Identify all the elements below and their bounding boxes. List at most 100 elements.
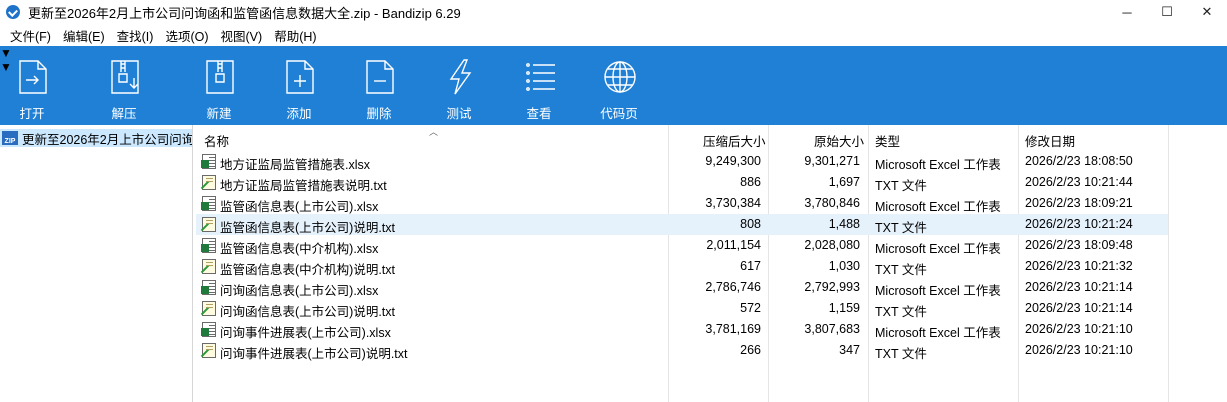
file-original-size: 9,301,271 — [804, 154, 860, 168]
file-compressed-size: 572 — [740, 301, 761, 315]
file-list-header: 名称 ︿ 压缩后大小 原始大小 类型 修改日期 — [196, 125, 1227, 151]
file-original-size: 1,159 — [828, 301, 860, 315]
window-controls: ─ ☐ ✕ — [1107, 0, 1227, 24]
file-name: 问询函信息表(上市公司)说明.txt — [220, 305, 395, 319]
new-archive-icon — [206, 60, 234, 94]
file-row[interactable]: 地方证监局监管措施表.xlsx 9,249,300 9,301,271 Microso… — [196, 151, 1168, 172]
extract-button[interactable]: 解压 — [92, 46, 156, 125]
new-archive-button[interactable]: 新建 — [187, 46, 251, 125]
test-button[interactable]: 测试 — [427, 46, 491, 125]
view-button[interactable]: 查看 — [507, 46, 571, 125]
file-row[interactable]: 问询函信息表(上市公司).xlsx 2,786,746 2,792,993 Micro… — [196, 277, 1168, 298]
file-row[interactable]: 监管函信息表(中介机构).xlsx 2,011,154 2,028,080 Micro… — [196, 235, 1168, 256]
file-name: 地方证监局监管措施表.xlsx — [220, 158, 371, 172]
file-modified-date: 2026/2/23 10:21:14 — [1025, 280, 1133, 294]
file-row[interactable]: 地方证监局监管措施表说明.txt 886 1,697 TXT 文件 2026/2/23 … — [196, 172, 1168, 193]
file-name: 监管函信息表(上市公司)说明.txt — [220, 221, 395, 235]
open-label: 打开 — [19, 107, 45, 121]
delete-button[interactable]: 删除 — [347, 46, 411, 125]
file-type: TXT 文件 — [875, 221, 927, 235]
file-row[interactable]: 问询函信息表(上市公司)说明.txt 572 1,159 TXT 文件 2026/2/2… — [196, 298, 1168, 319]
file-original-size: 2,792,993 — [804, 280, 860, 294]
file-type: TXT 文件 — [875, 263, 927, 277]
text-file-icon — [202, 301, 216, 316]
close-button[interactable]: ✕ — [1187, 0, 1227, 24]
menu-find[interactable]: 查找(I) — [111, 26, 160, 45]
excel-file-icon — [201, 238, 216, 253]
view-label: 查看 — [526, 107, 552, 121]
file-name: 地方证监局监管措施表说明.txt — [220, 179, 387, 193]
delete-file-icon — [366, 60, 394, 94]
open-button[interactable]: 打开 — [0, 46, 64, 125]
add-file-icon — [286, 60, 314, 94]
text-file-icon — [202, 259, 216, 274]
file-row[interactable]: 监管函信息表(上市公司)说明.txt 808 1,488 TXT 文件 2026/2/2… — [196, 214, 1168, 235]
file-modified-date: 2026/2/23 10:21:10 — [1025, 343, 1133, 357]
file-compressed-size: 2,786,746 — [705, 280, 761, 294]
tree-item-label: 更新至2026年2月上市公司问询函和监管函信息数据大全.zip — [22, 132, 192, 147]
archive-tree-panel: ZIP 更新至2026年2月上市公司问询函和监管函信息数据大全.zip — [0, 125, 193, 402]
column-header-name[interactable]: 名称 — [204, 131, 229, 150]
column-header-type[interactable]: 类型 — [875, 131, 900, 150]
sort-ascending-icon: ︿ — [429, 127, 439, 137]
window-title: 更新至2026年2月上市公司问询函和监管函信息数据大全.zip - Bandiz… — [28, 5, 461, 21]
menu-edit[interactable]: 编辑(E) — [57, 26, 111, 45]
file-type: TXT 文件 — [875, 305, 927, 319]
menu-bar: 文件(F) 编辑(E) 查找(I) 选项(O) 视图(V) 帮助(H) — [0, 24, 1227, 46]
file-name: 问询事件进展表(上市公司).xlsx — [220, 326, 391, 340]
maximize-button[interactable]: ☐ — [1147, 0, 1187, 24]
menu-options[interactable]: 选项(O) — [159, 26, 214, 45]
file-name: 监管函信息表(中介机构)说明.txt — [220, 263, 395, 277]
file-type: Microsoft Excel 工作表 — [875, 200, 1001, 214]
file-type: TXT 文件 — [875, 179, 927, 193]
file-original-size: 2,028,080 — [804, 238, 860, 252]
file-compressed-size: 3,730,384 — [705, 196, 761, 210]
file-name: 问询事件进展表(上市公司)说明.txt — [220, 347, 408, 361]
toolbar: 打开 ▼ 解压 ▼ 新建 添加 删除 测试 查看 代码页 — [0, 46, 1227, 125]
file-name: 问询函信息表(上市公司).xlsx — [220, 284, 379, 298]
menu-file[interactable]: 文件(F) — [4, 26, 57, 45]
file-modified-date: 2026/2/23 10:21:32 — [1025, 259, 1133, 273]
add-label: 添加 — [286, 107, 312, 121]
file-original-size: 1,697 — [828, 175, 860, 189]
file-modified-date: 2026/2/23 10:21:10 — [1025, 322, 1133, 336]
zip-archive-icon: ZIP — [2, 131, 18, 145]
test-label: 测试 — [446, 107, 472, 121]
file-modified-date: 2026/2/23 10:21:14 — [1025, 301, 1133, 315]
title-bar: 更新至2026年2月上市公司问询函和监管函信息数据大全.zip - Bandiz… — [0, 0, 1227, 24]
menu-help[interactable]: 帮助(H) — [268, 26, 322, 45]
codepage-button[interactable]: 代码页 — [587, 46, 651, 125]
open-icon — [19, 60, 47, 94]
file-modified-date: 2026/2/23 18:08:50 — [1025, 154, 1133, 168]
column-header-modified-date[interactable]: 修改日期 — [1025, 131, 1075, 150]
column-header-compressed-size[interactable]: 压缩后大小 — [703, 131, 766, 150]
file-compressed-size: 266 — [740, 343, 761, 357]
file-row[interactable]: 监管函信息表(中介机构)说明.txt 617 1,030 TXT 文件 2026/2/2… — [196, 256, 1168, 277]
extract-label: 解压 — [111, 107, 137, 121]
file-original-size: 3,780,846 — [804, 196, 860, 210]
tree-item-archive-root[interactable]: ZIP 更新至2026年2月上市公司问询函和监管函信息数据大全.zip — [0, 129, 192, 147]
file-original-size: 3,807,683 — [804, 322, 860, 336]
file-row[interactable]: 监管函信息表(上市公司).xlsx 3,730,384 3,780,846 Micro… — [196, 193, 1168, 214]
menu-view[interactable]: 视图(V) — [215, 26, 269, 45]
file-row[interactable]: 问询事件进展表(上市公司)说明.txt 266 347 TXT 文件 2026/2/23… — [196, 340, 1168, 361]
file-row[interactable]: 问询事件进展表(上市公司).xlsx 3,781,169 3,807,683 Micr… — [196, 319, 1168, 340]
file-modified-date: 2026/2/23 10:21:24 — [1025, 217, 1133, 231]
file-modified-date: 2026/2/23 18:09:48 — [1025, 238, 1133, 252]
file-type: Microsoft Excel 工作表 — [875, 158, 1001, 172]
file-compressed-size: 808 — [740, 217, 761, 231]
file-original-size: 1,030 — [828, 259, 860, 273]
file-type: Microsoft Excel 工作表 — [875, 242, 1001, 256]
add-button[interactable]: 添加 — [267, 46, 331, 125]
file-original-size: 1,488 — [828, 217, 860, 231]
file-original-size: 347 — [839, 343, 860, 357]
text-file-icon — [202, 343, 216, 358]
bandizip-app-icon[interactable] — [6, 5, 20, 19]
extract-icon — [111, 60, 139, 94]
file-name: 监管函信息表(上市公司).xlsx — [220, 200, 379, 214]
excel-file-icon — [201, 196, 216, 211]
minimize-button[interactable]: ─ — [1107, 0, 1147, 24]
lightning-icon — [449, 59, 472, 95]
excel-file-icon — [201, 154, 216, 169]
column-header-original-size[interactable]: 原始大小 — [814, 131, 864, 150]
